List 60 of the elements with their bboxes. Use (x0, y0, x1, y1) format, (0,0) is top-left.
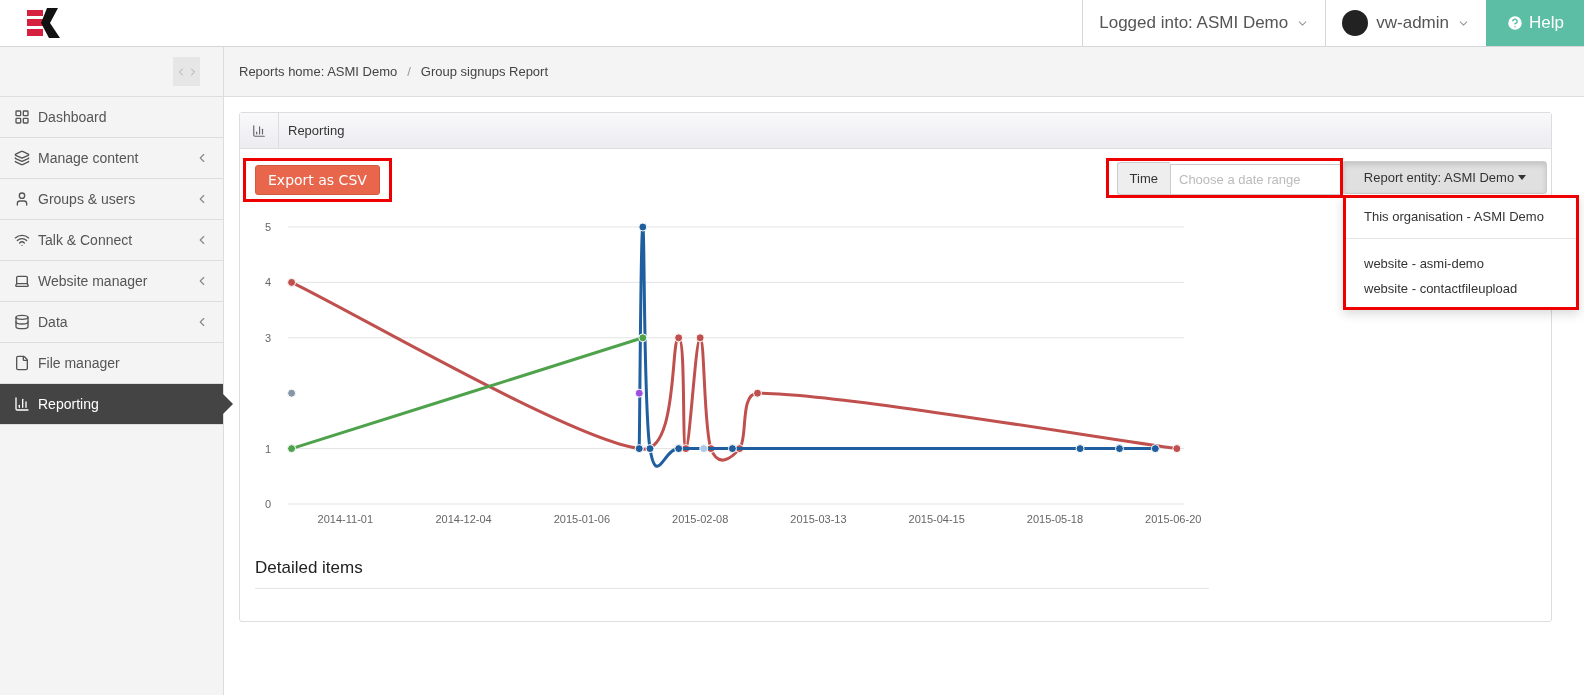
wifi-icon (14, 232, 30, 248)
help-icon (1506, 14, 1524, 32)
entity-dropdown[interactable]: Report entity: ASMI Demo (1343, 161, 1547, 194)
data-point (638, 333, 648, 343)
breadcrumb-link[interactable]: Reports home: ASMI Demo (239, 64, 398, 79)
tick-label: 2015-02-08 (672, 513, 729, 525)
breadcrumb-link[interactable]: Group signups Report (420, 64, 549, 79)
dropdown-option[interactable]: website - contactfileupload (1346, 276, 1576, 301)
tick-label: 3 (264, 331, 272, 344)
panel-title: Reporting (287, 122, 345, 140)
sidebar-toggle[interactable] (173, 57, 200, 86)
sidebar-item[interactable]: Talk & Connect (0, 220, 223, 261)
avatar (1342, 10, 1369, 36)
data-point (287, 277, 297, 287)
sidebar-item[interactable]: Groups & users (0, 179, 223, 220)
data-point (674, 333, 684, 343)
sidebar-item[interactable]: Website manager (0, 261, 223, 302)
sidebar-item[interactable]: Data (0, 302, 223, 343)
data-point (634, 388, 644, 398)
laptop-icon (14, 273, 30, 289)
tick-label: 1 (264, 442, 272, 455)
tick-label: 2015-01-06 (553, 513, 611, 525)
logo-icon (27, 8, 61, 38)
date-range-field[interactable]: Choose a date range (1170, 164, 1340, 195)
file-icon (14, 355, 30, 371)
data-point (753, 388, 762, 398)
data-point (287, 444, 297, 454)
tick-label: 2014-12-04 (435, 513, 492, 525)
dropdown-option[interactable]: website - asmi-demo (1346, 251, 1576, 276)
layers-icon (14, 150, 30, 166)
data-point (645, 444, 655, 454)
person-icon (14, 191, 30, 207)
data-point (1150, 444, 1160, 454)
tick-label: 2015-04-15 (908, 513, 965, 525)
grid-icon (14, 109, 30, 125)
breadcrumb-separator: / (407, 64, 411, 79)
data-point (727, 444, 737, 454)
sidebar-item[interactable]: Dashboard (0, 97, 223, 138)
tick-label: 2014-11-01 (317, 513, 374, 525)
active-pointer (223, 394, 233, 414)
tick-label: 0 (264, 498, 272, 510)
tick-label: 2015-05-18 (1026, 513, 1084, 525)
data-point (638, 222, 648, 232)
data-point (1172, 444, 1182, 454)
database-icon (14, 314, 30, 330)
bar-chart-icon (14, 396, 30, 412)
caret-icon (1518, 175, 1527, 180)
tick-label: 2015-03-13 (790, 513, 847, 525)
data-point (287, 388, 297, 398)
time-label: Time (1116, 162, 1170, 195)
sidebar-item[interactable]: Manage content (0, 138, 223, 179)
tick-label: 2015-06-20 (1145, 513, 1202, 525)
data-point (695, 333, 705, 343)
data-point (1115, 444, 1124, 454)
tick-label: 4 (264, 276, 272, 289)
data-point (1075, 444, 1085, 454)
tick-label: 5 (264, 221, 272, 233)
dropdown-option[interactable]: This organisation - ASMI Demo (1346, 204, 1576, 229)
bar-chart-icon (252, 123, 266, 138)
section-heading: Detailed items (255, 558, 1209, 589)
